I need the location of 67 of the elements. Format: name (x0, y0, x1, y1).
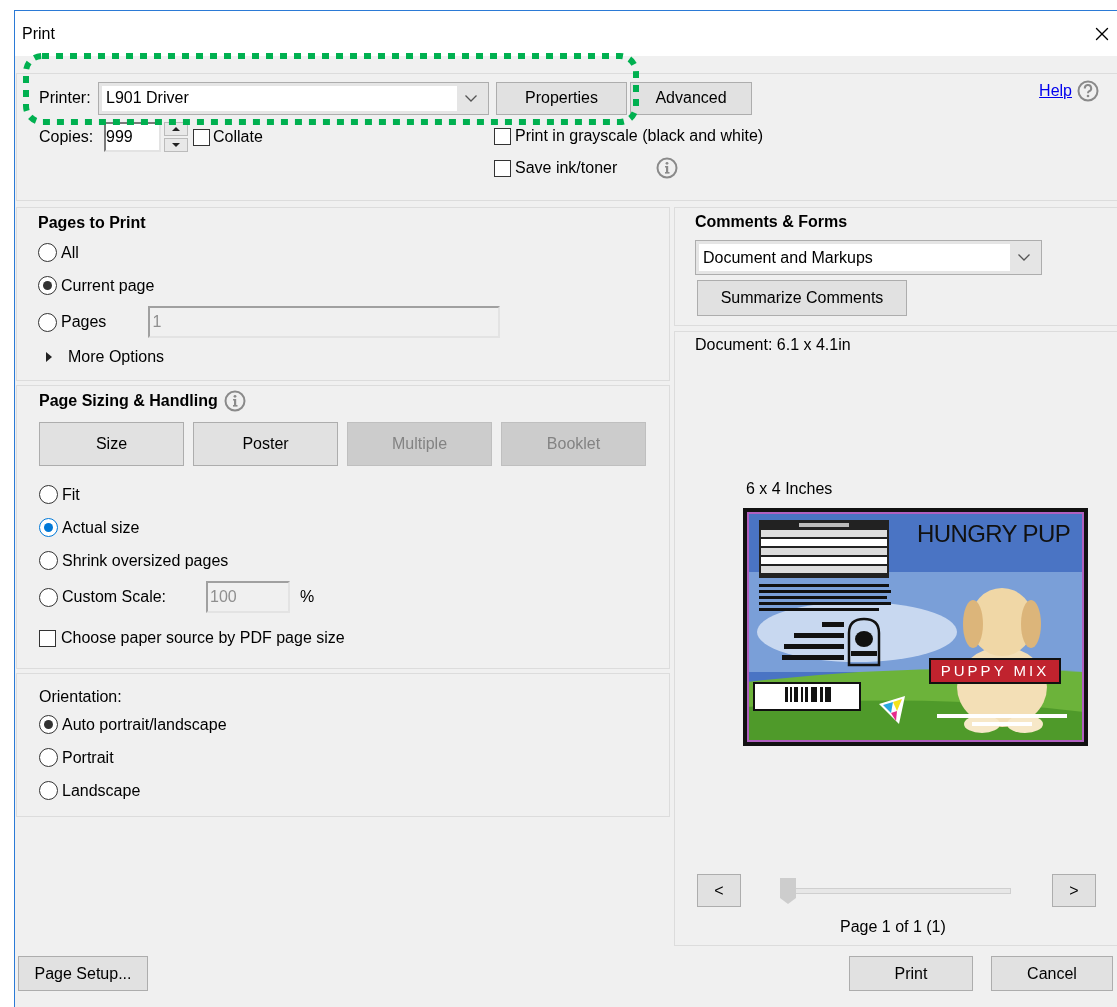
chevron-down-icon (1018, 254, 1030, 261)
print-button[interactable]: Print (849, 956, 973, 991)
radio-button[interactable] (38, 276, 57, 295)
summarize-comments-button[interactable]: Summarize Comments (697, 280, 907, 316)
section-title: Page Sizing & Handling (39, 391, 218, 411)
radio-button[interactable] (39, 485, 58, 504)
help-icon[interactable] (1077, 80, 1099, 102)
properties-button[interactable]: Properties (496, 81, 627, 115)
option-label: All (61, 242, 79, 263)
claims-text-drawing (782, 622, 844, 662)
mode-button[interactable]: Poster (193, 422, 338, 466)
more-options-toggle[interactable]: More Options (68, 345, 165, 369)
document-size-text: Document: 6.1 x 4.1in (695, 335, 852, 355)
option-label: Shrink oversized pages (62, 550, 229, 571)
option-label: Fit (62, 484, 80, 505)
slider-thumb[interactable] (780, 877, 796, 904)
section-title: Comments & Forms (695, 212, 849, 232)
window-title: Print (22, 23, 55, 44)
radio-button[interactable] (39, 518, 58, 537)
copies-field[interactable]: 999 (104, 122, 161, 152)
info-icon[interactable] (223, 390, 246, 412)
info-icon[interactable] (656, 157, 679, 179)
radio-button[interactable] (38, 243, 57, 262)
unit-label: % (300, 587, 315, 607)
chevron-down-icon (465, 94, 477, 102)
radio-button[interactable] (39, 587, 58, 607)
page-size-text: 6 x 4 Inches (746, 479, 834, 499)
radio-button[interactable] (39, 551, 58, 570)
next-page-button[interactable]: > (1052, 874, 1096, 907)
checkbox[interactable] (39, 629, 56, 647)
printer-dropdown[interactable]: L901 Driver (98, 81, 489, 115)
cancel-button[interactable]: Cancel (991, 956, 1113, 991)
option-label: Auto portrait/landscape (62, 714, 227, 735)
previous-page-button[interactable]: < (697, 874, 741, 907)
printer-label: Printer: (39, 88, 92, 108)
expand-triangle-icon[interactable] (44, 352, 54, 362)
page-info-text: Page 1 of 1 (1) (840, 917, 947, 937)
label-banner: PUPPY MIX (929, 658, 1061, 684)
option-label: Custom Scale: (62, 587, 167, 607)
option-label: Choose paper source by PDF page size (61, 628, 345, 648)
section-title: Orientation: (39, 687, 123, 707)
checkbox[interactable] (494, 127, 511, 145)
label-title: HUNGRY PUP (917, 522, 1071, 546)
radio-button[interactable] (39, 781, 58, 800)
option-label: Portrait (62, 747, 114, 768)
option-label: Actual size (62, 517, 140, 538)
radio-button[interactable] (38, 312, 57, 332)
badge-icon (847, 617, 881, 667)
option-label: Pages (61, 312, 107, 332)
copies-label: Copies: (39, 127, 95, 147)
option-label: Print in grayscale (black and white) (515, 126, 764, 146)
option-label: Landscape (62, 780, 141, 801)
checkbox[interactable] (494, 159, 511, 177)
help-link[interactable]: Help (1039, 79, 1072, 103)
option-label: Current page (61, 275, 155, 296)
checkbox[interactable] (193, 128, 210, 146)
mode-button[interactable]: Size (39, 422, 184, 466)
section-title: Pages to Print (38, 213, 147, 233)
spinner-arrows-icon[interactable] (164, 122, 188, 152)
comments-dropdown[interactable]: Document and Markups (695, 240, 1042, 275)
page-setup-button[interactable]: Page Setup... (18, 956, 148, 991)
advanced-button[interactable]: Advanced (630, 81, 752, 115)
radio-button[interactable] (39, 715, 58, 734)
radio-button[interactable] (39, 748, 58, 767)
option-label: Save ink/toner (515, 158, 618, 178)
option-label: Collate (213, 127, 263, 147)
page-slider[interactable] (780, 877, 1011, 904)
